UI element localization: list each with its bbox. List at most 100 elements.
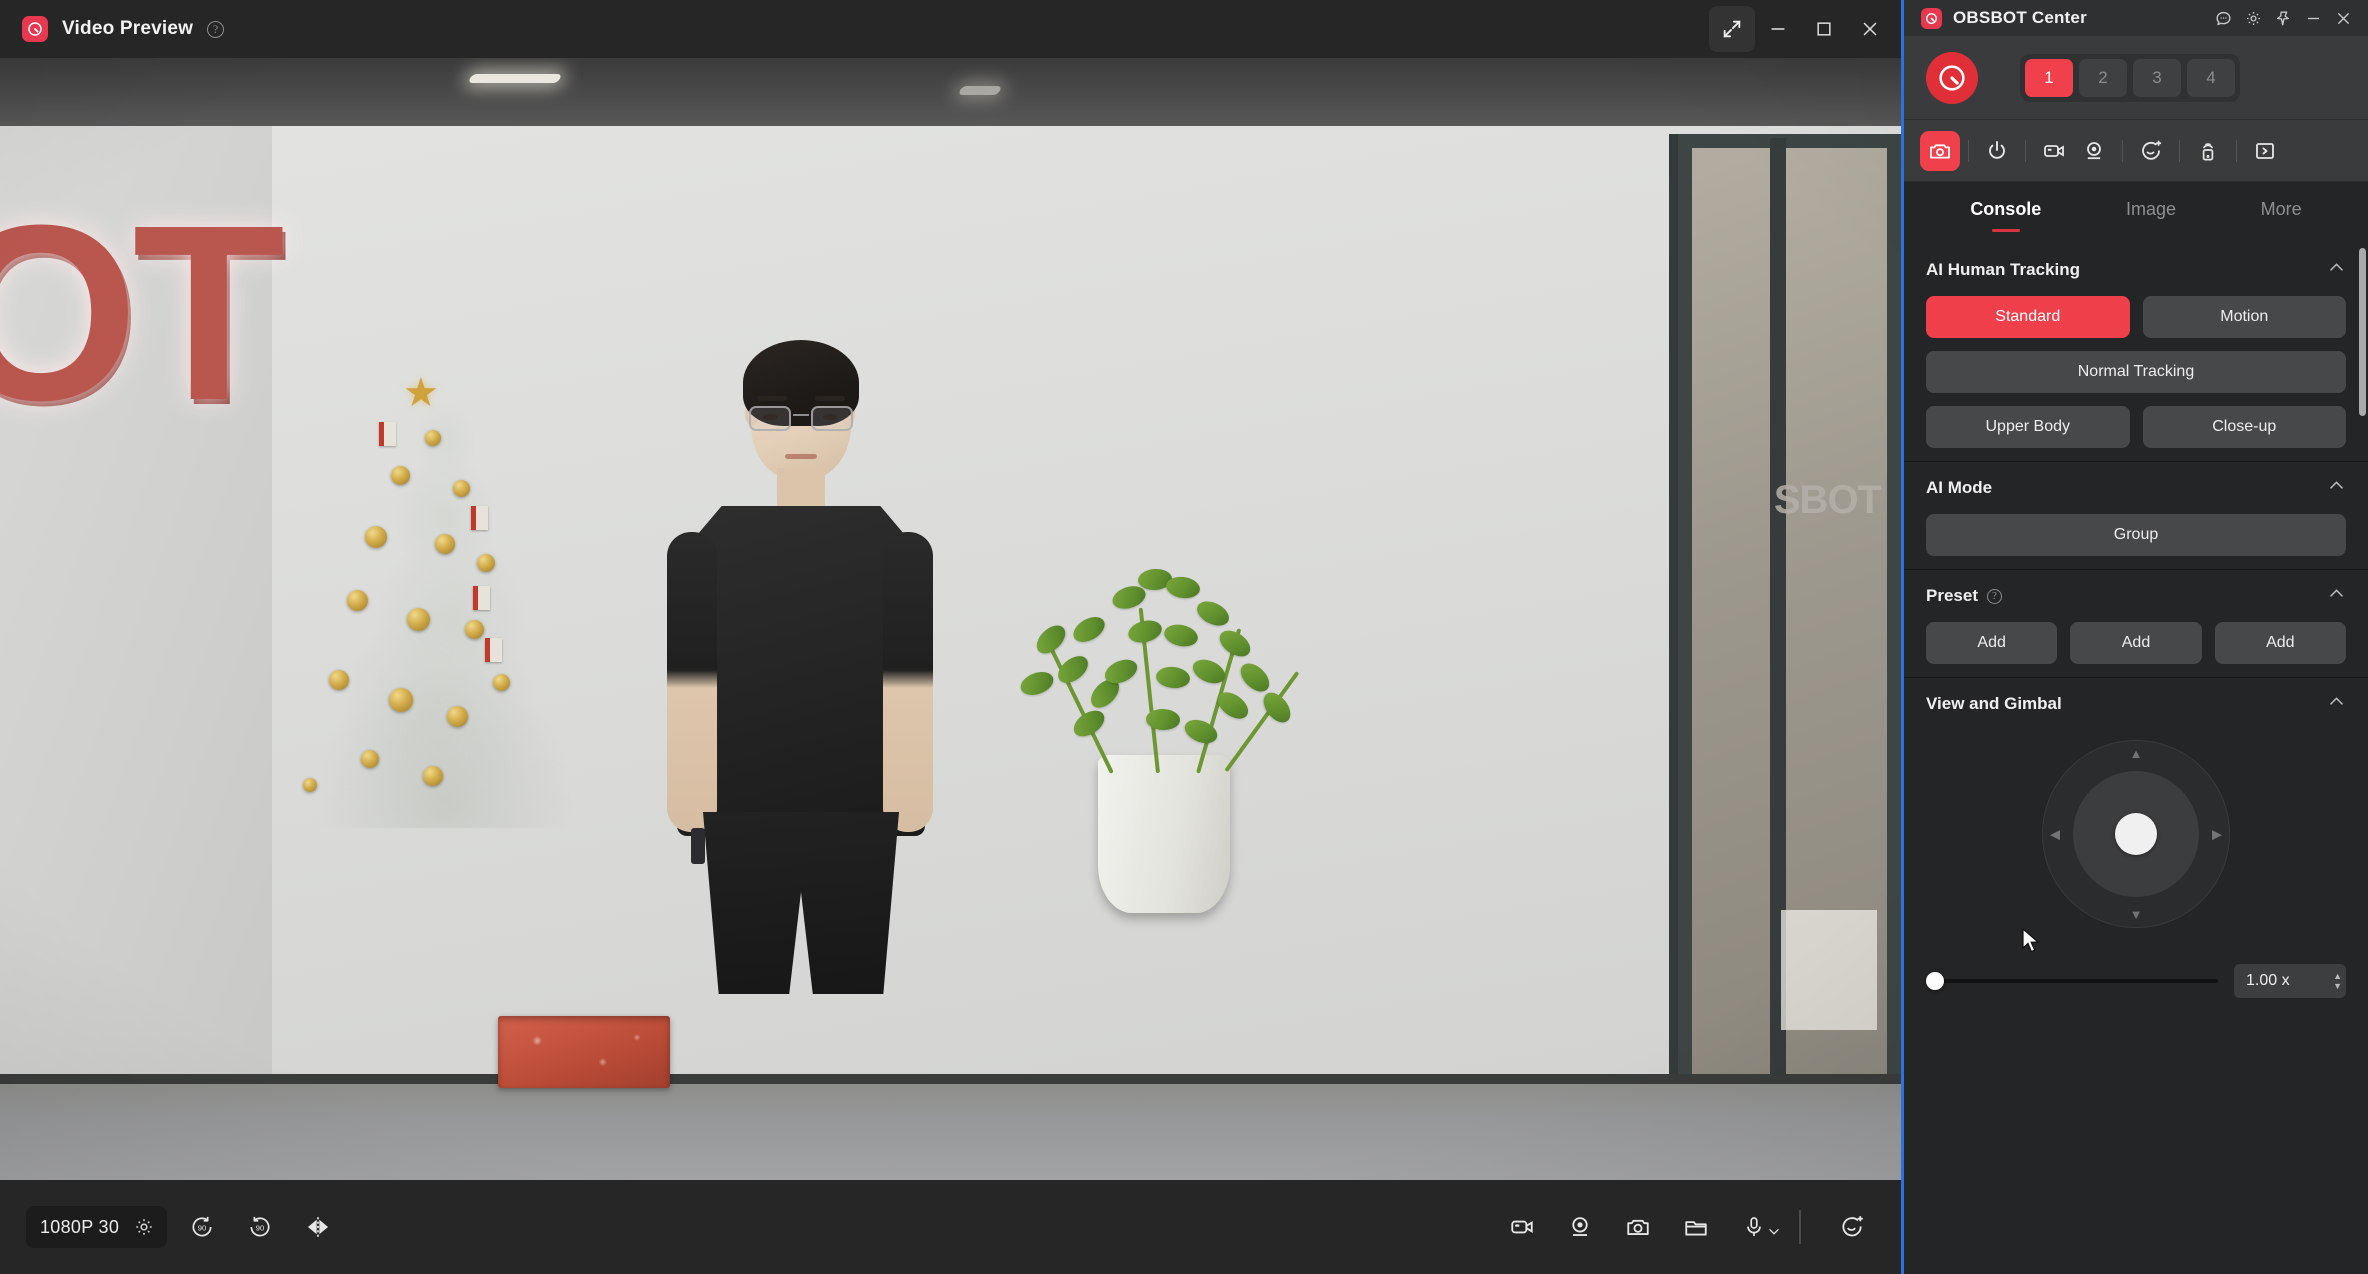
resolution-chip[interactable]: 1080P 30 xyxy=(26,1206,168,1248)
chevron-down-icon[interactable] xyxy=(1767,1225,1781,1244)
webcam-mode-button[interactable] xyxy=(1557,1204,1603,1250)
zoom-increment-button[interactable]: ▲ xyxy=(2333,972,2342,981)
ai-effects-button[interactable] xyxy=(1829,1204,1875,1250)
section-preset: Preset ? Add Add Add xyxy=(1904,570,2368,664)
tracking-mode-row: Standard Motion xyxy=(1926,296,2346,338)
preset-slot-4[interactable]: 4 xyxy=(2187,58,2235,97)
obsbot-tab-bar: Console Image More xyxy=(1904,182,2368,244)
fullscreen-expand-button[interactable] xyxy=(1709,6,1755,52)
close-button[interactable] xyxy=(2328,4,2358,32)
section-title: View and Gimbal xyxy=(1926,694,2062,713)
close-up-button[interactable]: Close-up xyxy=(2142,406,2346,448)
section-view-and-gimbal: View and Gimbal ▲ ▼ ◀ ▶ xyxy=(1904,678,2368,938)
section-header[interactable]: AI Mode xyxy=(1926,462,2346,514)
scene-ceiling xyxy=(0,58,1901,126)
tab-console[interactable]: Console xyxy=(1968,193,2043,234)
video-scene: OT SBOT ★ xyxy=(0,58,1901,1180)
section-header[interactable]: AI Human Tracking xyxy=(1926,244,2346,296)
scene-person xyxy=(655,326,945,994)
scene-gift-box xyxy=(498,1016,670,1088)
zoom-value-box[interactable]: 1.00 x ▲ ▼ xyxy=(2234,964,2346,998)
scene-paper xyxy=(1781,910,1877,1030)
preset-add-button-1[interactable]: Add xyxy=(1926,622,2058,664)
divider xyxy=(2025,139,2026,162)
upper-body-button[interactable]: Upper Body xyxy=(1926,406,2130,448)
scene-floor xyxy=(0,1084,1901,1180)
zoom-control-row: 1.00 x ▲ ▼ xyxy=(1904,938,2368,1018)
microphone-button[interactable] xyxy=(1731,1204,1779,1250)
preset-slot-3[interactable]: 3 xyxy=(2133,58,2181,97)
zoom-decrement-button[interactable]: ▼ xyxy=(2333,982,2342,991)
normal-tracking-button[interactable]: Normal Tracking xyxy=(1926,351,2346,393)
minimize-button[interactable] xyxy=(1755,6,1801,52)
divider xyxy=(1968,139,1969,162)
toolbar-webcam-button[interactable] xyxy=(2074,131,2114,171)
section-header[interactable]: View and Gimbal xyxy=(1926,678,2346,730)
section-ai-mode: AI Mode Group xyxy=(1904,462,2368,556)
rotate-left-90-button[interactable]: 90 xyxy=(179,1204,225,1250)
chevron-up-icon[interactable] xyxy=(2327,476,2346,500)
gimbal-inner-ring[interactable] xyxy=(2073,771,2199,897)
screen: Video Preview ? OT SBOT ★ 1080P 30 90 90… xyxy=(0,0,2368,1274)
pin-window-button[interactable] xyxy=(2268,4,2298,32)
triangle-left-icon[interactable]: ◀ xyxy=(2050,828,2060,841)
video-preview-window: Video Preview ? OT SBOT ★ 1080P 30 90 90 xyxy=(0,0,1901,1274)
obsbot-panel-content: AI Human Tracking Standard Motion Normal… xyxy=(1904,244,2368,1274)
help-circle-icon[interactable]: ? xyxy=(207,20,225,38)
scene-christmas-tree: ★ xyxy=(295,358,595,828)
help-circle-icon[interactable]: ? xyxy=(1986,588,2002,604)
mirror-flip-button[interactable] xyxy=(295,1204,341,1250)
zoom-slider-thumb[interactable] xyxy=(1926,972,1944,990)
feedback-button[interactable] xyxy=(2208,4,2238,32)
chevron-up-icon[interactable] xyxy=(2327,692,2346,716)
tab-image[interactable]: Image xyxy=(2124,193,2178,234)
settings-button[interactable] xyxy=(2238,4,2268,32)
open-folder-button[interactable] xyxy=(1673,1204,1719,1250)
zoom-value: 1.00 x xyxy=(2246,972,2290,989)
minimize-button[interactable] xyxy=(2298,4,2328,32)
toolbar-power-button[interactable] xyxy=(1977,131,2017,171)
maximize-square-button[interactable] xyxy=(1801,6,1847,52)
gear-icon[interactable] xyxy=(125,1208,163,1246)
section-title: AI Mode xyxy=(1926,478,1993,497)
tracking-mode-standard-button[interactable]: Standard xyxy=(1926,296,2130,338)
toolbar-camera-button[interactable] xyxy=(1920,130,1960,171)
record-video-button[interactable] xyxy=(1499,1204,1545,1250)
divider xyxy=(2179,139,2180,162)
preset-slot-group: 1 2 3 4 xyxy=(2020,53,2240,102)
close-button[interactable] xyxy=(1847,6,1893,52)
zoom-slider[interactable] xyxy=(1926,972,2218,990)
triangle-right-icon[interactable]: ▶ xyxy=(2212,828,2222,841)
svg-text:90: 90 xyxy=(256,1223,264,1232)
triangle-up-icon[interactable]: ▲ xyxy=(2130,747,2143,760)
preset-add-button-2[interactable]: Add xyxy=(2070,622,2202,664)
zoom-slider-track[interactable] xyxy=(1926,979,2218,983)
door-reflection-text: SBOT xyxy=(1773,478,1882,522)
ai-mode-group-button[interactable]: Group xyxy=(1926,514,2346,556)
gimbal-knob[interactable] xyxy=(2115,813,2157,855)
preset-slot-2[interactable]: 2 xyxy=(2079,58,2127,97)
toolbar-expand-button[interactable] xyxy=(2245,131,2285,171)
divider xyxy=(2122,139,2123,162)
chevron-up-icon[interactable] xyxy=(2327,584,2346,608)
triangle-down-icon[interactable]: ▼ xyxy=(2130,908,2143,921)
scene-potted-plant xyxy=(960,563,1340,913)
gimbal-joystick[interactable]: ▲ ▼ ◀ ▶ xyxy=(2043,741,2229,927)
tab-more[interactable]: More xyxy=(2259,193,2304,234)
preset-slot-1[interactable]: 1 xyxy=(2025,58,2073,97)
rotate-right-90-button[interactable]: 90 xyxy=(237,1204,283,1250)
device-preset-row: 1 2 3 4 xyxy=(1904,36,2368,120)
video-preview-feed[interactable]: OT SBOT ★ xyxy=(0,58,1901,1180)
obsbot-device-logo-icon xyxy=(1926,51,1978,104)
chevron-up-icon[interactable] xyxy=(2327,258,2346,282)
wall-logo-text: OT xyxy=(0,173,285,452)
normal-tracking-row: Normal Tracking xyxy=(1926,351,2346,393)
section-header[interactable]: Preset ? xyxy=(1926,570,2346,622)
snapshot-button[interactable] xyxy=(1615,1204,1661,1250)
panel-scrollbar[interactable] xyxy=(2359,248,2366,416)
toolbar-gesture-button[interactable] xyxy=(2188,131,2228,171)
tracking-mode-motion-button[interactable]: Motion xyxy=(2142,296,2346,338)
toolbar-video-button[interactable] xyxy=(2034,131,2074,171)
toolbar-ai-effects-button[interactable] xyxy=(2131,131,2171,171)
preset-add-button-3[interactable]: Add xyxy=(2214,622,2346,664)
